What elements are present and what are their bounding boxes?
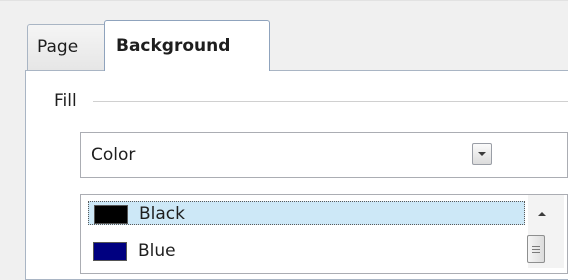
tab-page[interactable]: Page xyxy=(27,24,108,70)
fill-type-dropdown-button[interactable] xyxy=(472,143,492,165)
dialog-top-edge xyxy=(0,0,568,1)
scroll-up-button[interactable] xyxy=(529,201,554,227)
scroll-thumb[interactable] xyxy=(527,235,545,263)
scroll-thumb-grip-icon xyxy=(532,251,540,253)
tab-background[interactable]: Background xyxy=(104,20,270,71)
color-name: Black xyxy=(139,204,185,224)
scroll-up-arrow-icon xyxy=(537,212,546,216)
tab-background-label: Background xyxy=(116,35,231,56)
color-swatch xyxy=(94,205,128,224)
dialog-window: Page Background Fill Color Black Blue xyxy=(0,0,568,280)
color-swatch xyxy=(93,242,127,261)
tab-page-label: Page xyxy=(37,37,79,57)
color-list-item-blue[interactable]: Blue xyxy=(88,239,525,263)
fill-type-value: Color xyxy=(91,145,136,165)
color-list-item-black[interactable]: Black xyxy=(88,201,525,225)
color-name: Blue xyxy=(138,241,176,261)
scroll-thumb-grip-icon xyxy=(532,245,540,247)
fill-group-divider xyxy=(93,101,568,102)
fill-group-label: Fill xyxy=(54,91,81,111)
chevron-down-icon xyxy=(478,152,486,156)
scroll-thumb-grip-icon xyxy=(532,248,540,250)
fill-type-combobox[interactable]: Color xyxy=(80,132,568,178)
